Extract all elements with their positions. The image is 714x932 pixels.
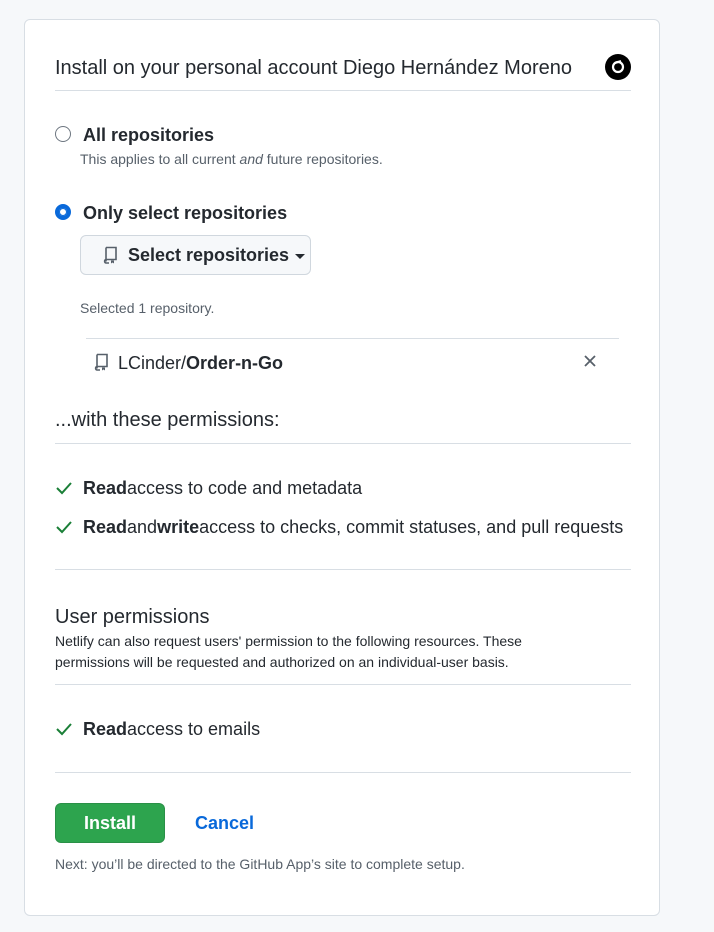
all-repositories-label[interactable]: All repositories [83, 124, 214, 146]
select-repositories-label[interactable]: Only select repositories [83, 202, 287, 224]
all-repositories-radio[interactable] [55, 126, 71, 142]
title-divider [55, 90, 631, 91]
cancel-link[interactable]: Cancel [195, 813, 254, 834]
repo-icon [94, 353, 110, 376]
user-avatar-icon [605, 54, 631, 80]
all-repositories-note: This applies to all current and future r… [80, 151, 383, 167]
check-icon [55, 722, 73, 736]
install-card: Install on your personal account Diego H… [24, 19, 660, 916]
footer-note: Next: you’ll be directed to the GitHub A… [55, 856, 465, 872]
permission-item: Read and write access to checks, commit … [55, 516, 623, 538]
select-repositories-button[interactable]: Select repositories [80, 235, 311, 275]
select-repositories-radio[interactable] [55, 204, 71, 220]
permission-item: Read access to code and metadata [55, 477, 362, 499]
actions-divider [55, 772, 631, 773]
install-title: Install on your personal account Diego H… [55, 57, 572, 79]
selected-repo-row: LCinder/Order-n-Go [86, 338, 619, 384]
check-icon [55, 520, 73, 534]
caret-down-icon [295, 253, 306, 259]
user-permissions-heading: User permissions [55, 606, 210, 628]
permissions-heading: ...with these permissions: [55, 409, 280, 431]
select-repositories-button-label: Select repositories [128, 244, 290, 265]
permissions-divider [55, 443, 631, 444]
check-icon [55, 481, 73, 495]
remove-repo-close-icon[interactable] [583, 354, 597, 373]
repo-icon [103, 246, 119, 264]
user-permission-item: Read access to emails [55, 718, 260, 740]
install-button[interactable]: Install [55, 803, 165, 843]
user-permissions-description: Netlify can also request users' permissi… [55, 633, 522, 670]
selected-repo-name: LCinder/Order-n-Go [118, 353, 284, 373]
section-divider [55, 569, 631, 570]
selected-count-text: Selected 1 repository. [80, 300, 215, 316]
user-permissions-divider [55, 684, 631, 685]
